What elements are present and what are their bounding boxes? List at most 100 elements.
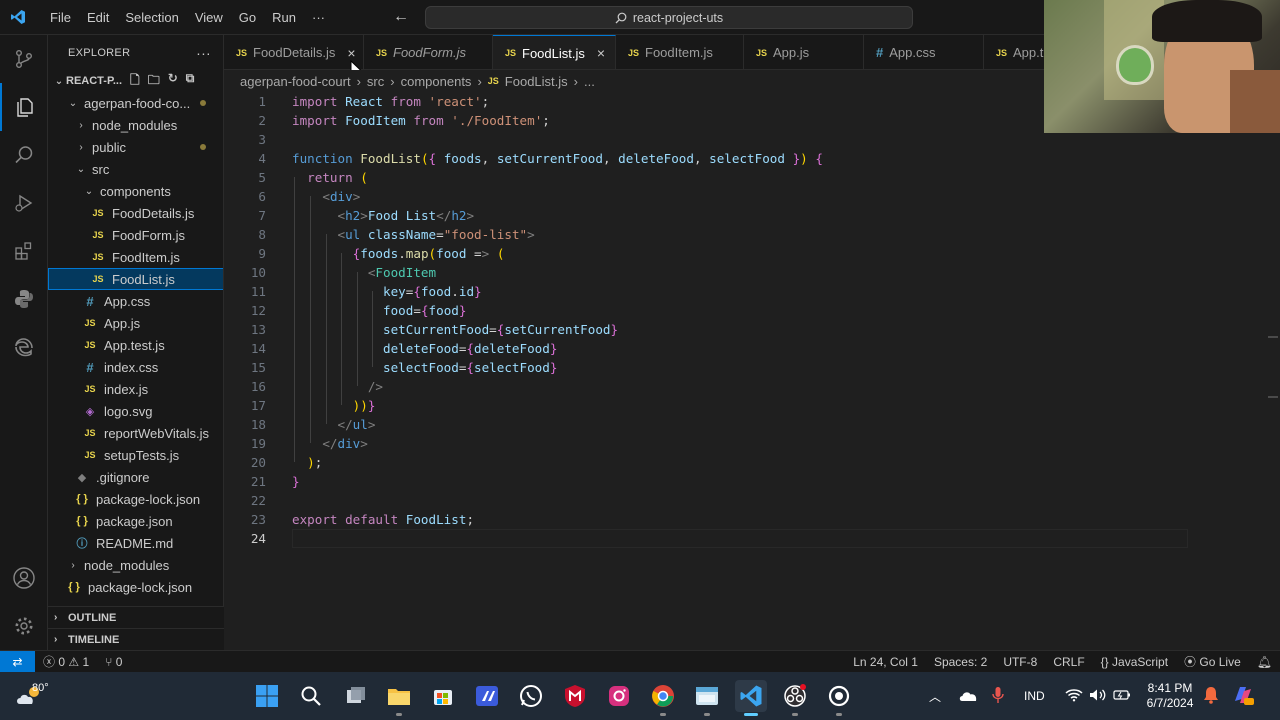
taskbar-search-icon[interactable] <box>295 680 327 712</box>
encoding-status[interactable]: UTF-8 <box>995 655 1045 669</box>
obs-icon[interactable] <box>779 680 811 716</box>
tree-file[interactable]: ◈ logo.svg <box>48 400 223 422</box>
code-line[interactable]: 8 <ul className="food-list"> <box>224 225 1280 244</box>
code-line[interactable]: 20 ); <box>224 453 1280 472</box>
code-line[interactable]: 15 selectFood={selectFood} <box>224 358 1280 377</box>
new-folder-icon[interactable]: 🗀 <box>148 71 160 92</box>
code-line[interactable]: 6 <div> <box>224 187 1280 206</box>
breadcrumb-symbol[interactable]: ... <box>584 74 595 89</box>
back-arrow-icon[interactable]: ← <box>393 8 409 26</box>
chrome-icon[interactable] <box>647 680 679 716</box>
tree-file[interactable]: { } package.json <box>48 510 223 532</box>
account-icon[interactable] <box>0 554 48 602</box>
tree-file[interactable]: # index.css <box>48 356 223 378</box>
tree-file[interactable]: JS FoodDetails.js <box>48 202 223 224</box>
python-icon[interactable] <box>0 275 48 323</box>
menu-more[interactable]: ··· <box>304 0 333 35</box>
code-line[interactable]: 18 </ul> <box>224 415 1280 434</box>
menu-file[interactable]: File <box>42 0 79 35</box>
tab-fooditem[interactable]: JS FoodItem.js <box>616 35 744 69</box>
timeline-section[interactable]: › TIMELINE <box>48 628 224 650</box>
tree-file[interactable]: JS App.js <box>48 312 223 334</box>
code-line[interactable]: 23 export default FoodList; <box>224 510 1280 529</box>
mcafee-icon[interactable] <box>559 680 591 712</box>
menu-edit[interactable]: Edit <box>79 0 117 35</box>
tree-file[interactable]: JS reportWebVitals.js <box>48 422 223 444</box>
problems-status[interactable]: ⓧ 0 ⚠ 1 <box>35 653 97 670</box>
input-language[interactable]: IND <box>1024 689 1045 703</box>
code-line[interactable]: 13 setCurrentFood={setCurrentFood} <box>224 320 1280 339</box>
code-line[interactable]: 17 ))} <box>224 396 1280 415</box>
edge-icon[interactable] <box>0 323 48 371</box>
tree-folder[interactable]: ⌄ agerpan-food-co... <box>48 92 223 114</box>
tree-file[interactable]: # App.css <box>48 290 223 312</box>
task-view-icon[interactable] <box>340 680 372 712</box>
editor-scrollbar[interactable] <box>1266 92 1280 650</box>
microphone-icon[interactable] <box>992 686 1004 707</box>
command-center-search[interactable]: react-project-uts <box>425 6 913 29</box>
code-line[interactable]: 12 food={food} <box>224 301 1280 320</box>
source-control-icon[interactable] <box>0 35 48 83</box>
collapse-all-icon[interactable]: ⧉ <box>186 71 195 92</box>
tree-folder[interactable]: ⌄ src <box>48 158 223 180</box>
notifications-bell-icon[interactable]: 🔔︎ <box>1249 655 1280 669</box>
instagram-icon[interactable] <box>603 680 635 712</box>
outline-section[interactable]: › OUTLINE <box>48 606 224 628</box>
menu-view[interactable]: View <box>187 0 231 35</box>
copilot-icon[interactable] <box>1231 683 1255 710</box>
tab-appjs[interactable]: JS App.js <box>744 35 864 69</box>
terminal-app-icon[interactable] <box>691 680 723 716</box>
extensions-icon[interactable] <box>0 227 48 275</box>
tab-appcss[interactable]: # App.css <box>864 35 984 69</box>
close-icon[interactable]: × <box>347 45 355 61</box>
volume-icon[interactable] <box>1089 688 1107 705</box>
vscode-alt-icon[interactable] <box>471 680 503 712</box>
ports-status[interactable]: ⑂ 0 <box>97 655 130 669</box>
microsoft-store-icon[interactable] <box>427 680 459 712</box>
code-line[interactable]: 7 <h2>Food List</h2> <box>224 206 1280 225</box>
windows-start-icon[interactable] <box>251 680 283 712</box>
settings-gear-icon[interactable] <box>0 602 48 650</box>
refresh-icon[interactable]: ↻ <box>168 71 178 92</box>
search-icon[interactable] <box>0 131 48 179</box>
tab-foodform[interactable]: JS FoodForm.js <box>364 35 493 69</box>
code-line[interactable]: 22 <box>224 491 1280 510</box>
eol-status[interactable]: CRLF <box>1045 655 1092 669</box>
menu-go[interactable]: Go <box>231 0 264 35</box>
language-mode[interactable]: {} JavaScript <box>1093 655 1176 669</box>
tab-fooddetails[interactable]: JS FoodDetails.js × <box>224 35 364 69</box>
tree-file[interactable]: JS index.js <box>48 378 223 400</box>
show-hidden-icons-chevron-icon[interactable]: ︿ <box>928 688 942 705</box>
tree-file[interactable]: JS FoodItem.js <box>48 246 223 268</box>
code-line[interactable]: 4 function FoodList({ foods, setCurrentFo… <box>224 149 1280 168</box>
menu-selection[interactable]: Selection <box>117 0 186 35</box>
weather-widget[interactable]: 80° <box>14 672 49 720</box>
breadcrumb-components[interactable]: components <box>401 74 472 89</box>
clock[interactable]: 8:41 PM 6/7/2024 <box>1147 681 1194 711</box>
code-line[interactable]: 16 /> <box>224 377 1280 396</box>
wifi-icon[interactable] <box>1065 688 1083 705</box>
tree-file[interactable]: { } package-lock.json <box>48 488 223 510</box>
tree-folder[interactable]: › node_modules <box>48 114 223 136</box>
close-icon[interactable]: × <box>597 45 605 61</box>
tree-file[interactable]: { } package-lock.json <box>48 576 223 598</box>
code-line[interactable]: 24 <box>224 529 1280 548</box>
tree-folder[interactable]: › public <box>48 136 223 158</box>
indentation-status[interactable]: Spaces: 2 <box>926 655 995 669</box>
code-line[interactable]: 14 deleteFood={deleteFood} <box>224 339 1280 358</box>
breadcrumb-folder[interactable]: agerpan-food-court <box>240 74 351 89</box>
run-debug-icon[interactable] <box>0 179 48 227</box>
code-line[interactable]: 5 return ( <box>224 168 1280 187</box>
tree-file[interactable]: JS App.test.js <box>48 334 223 356</box>
go-live-button[interactable]: ⦿ Go Live <box>1176 653 1249 670</box>
tree-folder[interactable]: ⌄ components <box>48 180 223 202</box>
remote-indicator-icon[interactable]: ⇄ <box>0 650 35 673</box>
code-line[interactable]: 11 key={food.id} <box>224 282 1280 301</box>
menu-run[interactable]: Run <box>264 0 304 35</box>
tree-file[interactable]: JS FoodList.js <box>48 268 223 290</box>
tree-file[interactable]: JS setupTests.js <box>48 444 223 466</box>
vscode-taskbar-icon[interactable] <box>735 680 767 716</box>
onedrive-cloud-icon[interactable] <box>958 688 978 705</box>
screen-recorder-icon[interactable] <box>823 680 855 716</box>
new-file-icon[interactable]: 🗋 <box>130 71 140 92</box>
